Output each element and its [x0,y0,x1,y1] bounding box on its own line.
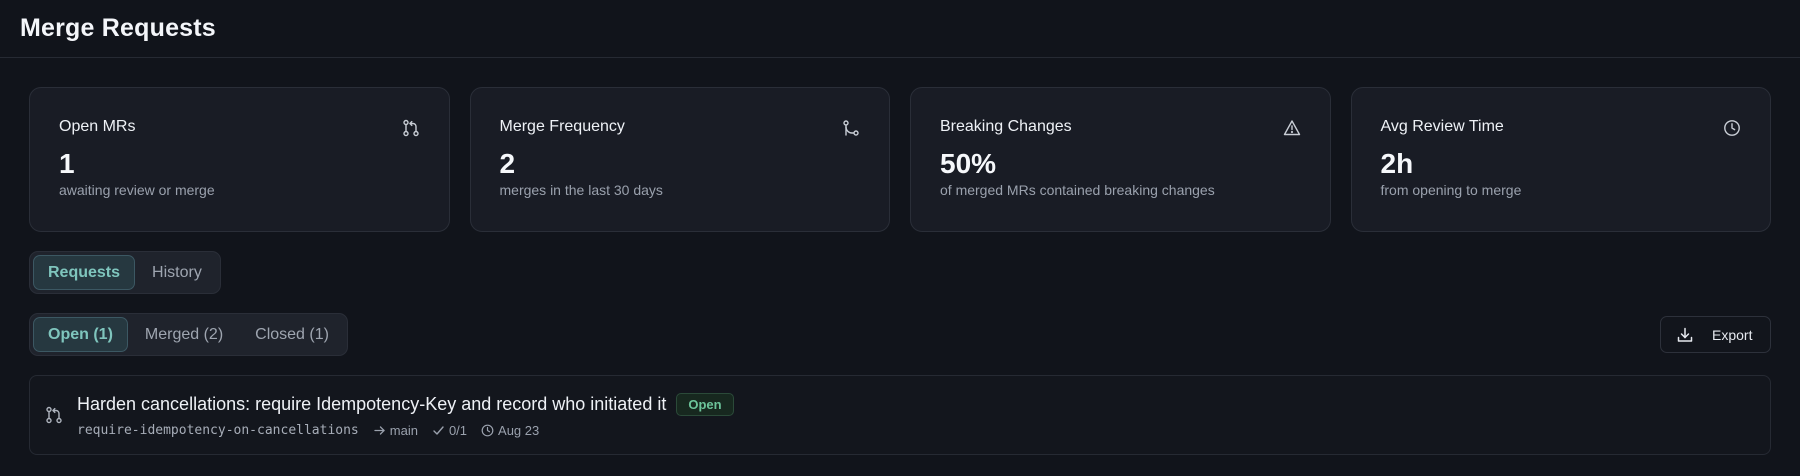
status-badge: Open [676,393,734,416]
arrow-right-icon [373,424,386,437]
top-bar: Merge Requests [0,0,1800,58]
download-icon [1676,326,1694,344]
stat-card-title: Open MRs [59,118,136,135]
tab-history[interactable]: History [137,255,217,290]
merge-request-date: Aug 23 [498,423,540,438]
git-merge-icon [842,119,860,137]
filter-merged[interactable]: Merged (2) [130,317,238,352]
merge-request-title[interactable]: Harden cancellations: require Idempotenc… [77,394,666,415]
check-icon [432,424,445,437]
stat-card-value: 50% [940,148,997,179]
approvals-count: 0/1 [448,423,468,438]
export-label: Export [1712,326,1753,343]
stat-card-subtitle: awaiting review or merge [59,182,215,198]
source-branch: require-idempotency-on-cancellations [77,423,359,438]
git-pull-request-icon [402,119,420,137]
stat-card-value: 2h [1380,148,1414,179]
merge-request-row[interactable]: Harden cancellations: require Idempotenc… [29,375,1771,455]
view-tabs: Requests History [29,251,221,294]
stat-card-title: Merge Frequency [499,118,625,135]
clock-icon [1723,119,1741,137]
warning-triangle-icon [1283,119,1301,137]
stat-card-subtitle: of merged MRs contained breaking changes [940,182,1215,198]
stat-card-value: 1 [59,148,75,179]
stat-card-avg-review-time: Avg Review Time 2h from opening to merge [1350,87,1771,232]
tab-requests[interactable]: Requests [33,255,136,290]
main-content: Open MRs 1 awaiting review or merge Merg… [0,58,1800,455]
stat-card-breaking-changes: Breaking Changes 50% of merged MRs conta… [910,87,1331,232]
target-branch: main [389,423,418,438]
stats-cards: Open MRs 1 awaiting review or merge Merg… [29,87,1771,232]
clock-icon [481,424,494,437]
stat-card-subtitle: from opening to merge [1380,182,1522,198]
page-title: Merge Requests [20,14,216,42]
stat-card-open-mrs: Open MRs 1 awaiting review or merge [29,87,450,232]
stat-card-value: 2 [499,148,516,179]
stat-card-subtitle: merges in the last 30 days [499,182,663,198]
stat-card-title: Breaking Changes [940,118,1072,135]
git-pull-request-icon [45,406,63,424]
filter-open[interactable]: Open (1) [33,317,128,352]
filter-closed[interactable]: Closed (1) [240,317,344,352]
stat-card-merge-frequency: Merge Frequency 2 merges in the last 30 … [469,87,890,232]
stat-card-title: Avg Review Time [1380,118,1504,135]
merge-request-meta: require-idempotency-on-cancellations mai… [77,423,1770,438]
export-button[interactable]: Export [1660,316,1771,353]
status-filter-tabs: Open (1) Merged (2) Closed (1) [29,313,348,356]
